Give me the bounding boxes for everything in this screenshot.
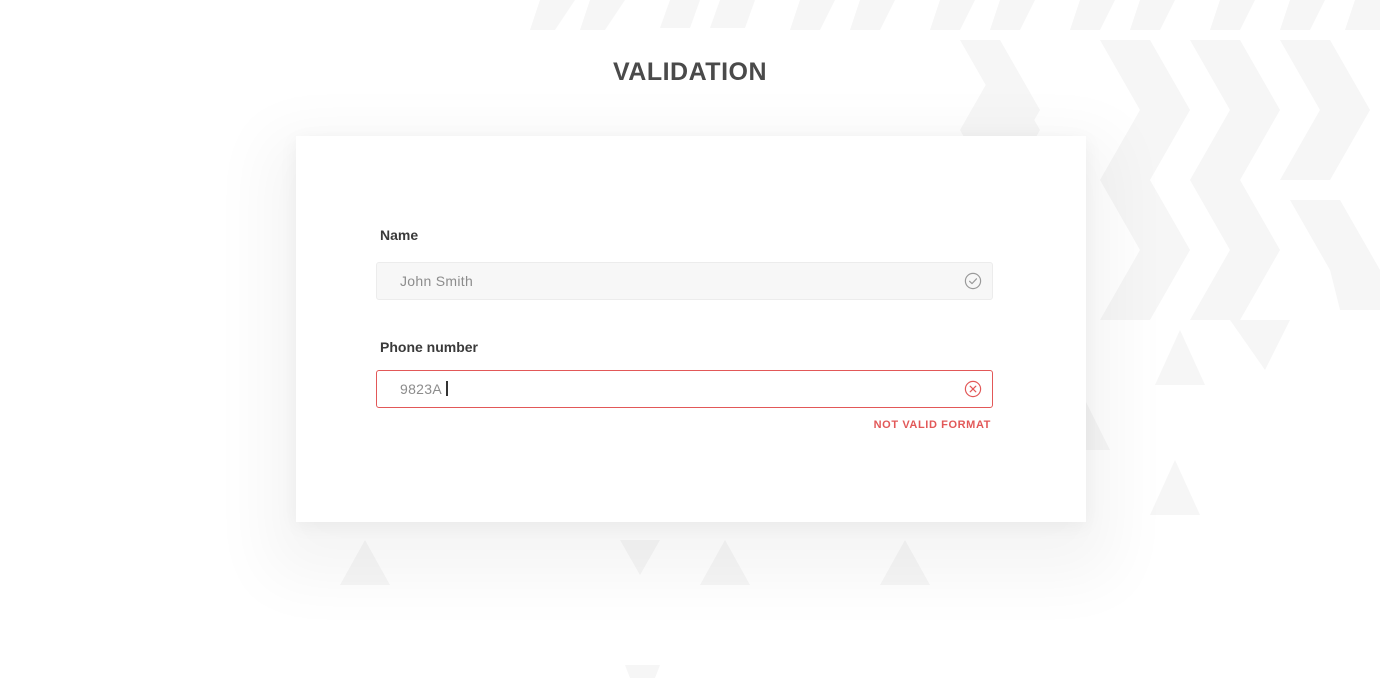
name-label: Name bbox=[380, 227, 419, 243]
page: VALIDATION Name John Smith Phone number … bbox=[0, 0, 1380, 678]
check-circle-icon bbox=[963, 271, 983, 291]
text-caret bbox=[445, 381, 448, 396]
phone-number-text: 9823A bbox=[400, 381, 442, 397]
name-field[interactable]: John Smith bbox=[376, 262, 993, 300]
phone-number-field-value[interactable]: 9823A bbox=[400, 381, 963, 397]
x-circle-icon[interactable] bbox=[963, 379, 983, 399]
phone-error-message: NOT VALID FORMAT bbox=[873, 419, 991, 431]
page-title: VALIDATION bbox=[612, 58, 768, 86]
phone-number-field[interactable]: 9823A bbox=[376, 370, 993, 408]
name-field-value[interactable]: John Smith bbox=[400, 273, 963, 289]
validation-form-card: Name John Smith Phone number 9823A NOT V… bbox=[296, 136, 1086, 522]
phone-number-label: Phone number bbox=[380, 339, 479, 355]
